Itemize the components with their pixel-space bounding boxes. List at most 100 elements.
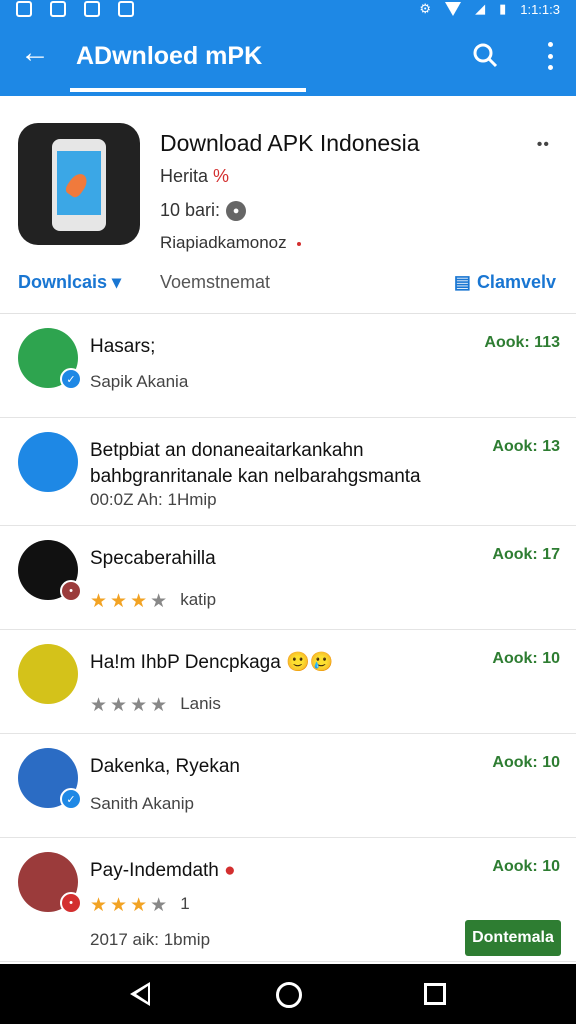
gallery-icon — [50, 1, 66, 17]
download-icon — [84, 1, 100, 17]
rating-stars: ★ ★ ★ ★ Lanis — [90, 694, 221, 717]
item-status: Aook: 17 — [492, 546, 560, 563]
star-icon: ★ — [90, 695, 108, 716]
app-list: ✓ Hasars; Sapik Akania Aook: 113 Betpbia… — [0, 314, 576, 962]
star-icon: ★ — [150, 591, 168, 612]
star-icon: ★ — [110, 591, 128, 612]
more-vert-icon[interactable] — [546, 42, 554, 70]
document-icon: ▤ — [453, 272, 471, 292]
red-dot — [296, 241, 301, 246]
star-icon: ★ — [130, 895, 148, 916]
info-icon: ● — [226, 200, 247, 221]
list-item[interactable]: Betpbiat an donaneaitarkankahn bahbgranr… — [0, 418, 576, 526]
item-meta: Sapik Akania — [90, 372, 189, 391]
item-title: Specaberahilla — [90, 548, 216, 569]
rating-stars: ★ ★ ★ ★ 1 — [90, 894, 190, 917]
star-icon: ★ — [90, 591, 108, 612]
list-item[interactable]: Ha!m IhbP Dencpkaga 🙂🥲 ★ ★ ★ ★ Lanis Aook: … — [0, 630, 576, 734]
status-icons-right: ⚙ ◢ ▮ 1:1:1:3 — [419, 1, 560, 17]
item-status: Aook: 10 — [492, 858, 560, 875]
header-tabs: Downlcais ▾ Voemstnemat ▤ Clamvelv — [0, 266, 576, 298]
rocket-icon — [63, 170, 91, 200]
app-bar: ← ADwnloed mPK — [0, 20, 576, 96]
notification-icon — [16, 1, 32, 17]
app-header: Download APK Indonesia •• Herita % 10 ba… — [0, 96, 576, 314]
rating-stars: ★ ★ ★ ★ katip — [90, 590, 216, 613]
tab-right[interactable]: ▤ Clamvelv — [454, 272, 556, 293]
avatar: ✓ — [18, 328, 82, 390]
list-item[interactable]: ✓ Dakenka, Ryekan Sanith Akanip Aook: 10 — [0, 734, 576, 838]
item-title: Ha!m IhbP Dencpkaga 🙂🥲 — [90, 650, 470, 676]
avatar — [18, 644, 78, 704]
app-icon — [18, 123, 140, 245]
star-note: 1 — [180, 894, 190, 913]
avatar — [18, 432, 78, 492]
search-icon[interactable] — [472, 42, 498, 68]
phone-screen — [57, 151, 101, 215]
phone-icon — [52, 139, 106, 231]
badge-icon: • — [60, 580, 82, 602]
tab-downloads-label: Downlcais — [18, 272, 108, 292]
app-meta-row: 10 bari: ● — [160, 200, 247, 221]
more-dot — [547, 65, 553, 70]
more-dot — [547, 53, 553, 59]
item-status: Aook: 10 — [492, 650, 560, 667]
star-icon: ★ — [150, 895, 168, 916]
avatar: ✓ — [18, 748, 82, 810]
alarm-icon: ⚙ — [419, 1, 432, 16]
item-status: Aook: 113 — [484, 334, 560, 351]
signal-icon: ◢ — [475, 1, 486, 16]
tab-middle[interactable]: Voemstnemat — [160, 272, 270, 293]
download-button[interactable]: Dontemala — [465, 920, 561, 956]
item-title: Pay-Indemdath ● — [90, 858, 470, 884]
star-icon: ★ — [90, 895, 108, 916]
alert-icon: ● — [224, 860, 236, 881]
item-title-text: Ha!m IhbP Dencpkaga — [90, 652, 281, 673]
app-subtitle: Herita % — [160, 166, 229, 187]
tab-downloads[interactable]: Downlcais ▾ — [18, 272, 121, 293]
status-icons-left — [16, 1, 134, 17]
avatar: • — [18, 852, 82, 914]
item-title: Dakenka, Ryekan — [90, 756, 240, 777]
publisher-text: Riapiadkamonoz — [160, 233, 287, 252]
star-icon: ★ — [110, 695, 128, 716]
nav-home-icon[interactable] — [276, 982, 302, 1008]
list-item[interactable]: • Pay-Indemdath ● ★ ★ ★ ★ 1 2017 aik: 1bmip… — [0, 838, 576, 962]
item-meta: katip — [180, 590, 217, 609]
emoji-icon: 🙂🥲 — [286, 652, 334, 673]
item-title: Betpbiat an donaneaitarkankahn bahbgranr… — [90, 440, 421, 487]
wifi-icon — [445, 2, 462, 16]
badge-icon: • — [60, 892, 82, 914]
app-title: Download APK Indonesia — [160, 130, 420, 156]
app-bar-title: ADwnloed mPK — [76, 42, 263, 70]
item-status: Aook: 13 — [492, 438, 560, 455]
item-meta: Lanis — [180, 694, 221, 713]
avatar: • — [18, 540, 82, 602]
item-meta: Sanith Akanip — [90, 794, 194, 813]
status-bar: ⚙ ◢ ▮ 1:1:1:3 — [0, 0, 576, 20]
nav-back-icon[interactable] — [130, 982, 150, 1006]
subtitle-mark: % — [213, 166, 230, 186]
meta-count: 10 bari: — [160, 200, 221, 220]
item-title: Hasars; — [90, 336, 156, 357]
verified-icon: ✓ — [60, 788, 82, 810]
message-icon — [118, 1, 134, 17]
verified-icon: ✓ — [60, 368, 82, 390]
item-status: Aook: 10 — [492, 754, 560, 771]
chevron-down-icon: ▾ — [112, 272, 122, 292]
list-item[interactable]: ✓ Hasars; Sapik Akania Aook: 113 — [0, 314, 576, 418]
star-icon: ★ — [130, 591, 148, 612]
star-icon: ★ — [130, 695, 148, 716]
app-publisher: Riapiadkamonoz — [160, 233, 301, 253]
battery-icon: ▮ — [499, 1, 507, 16]
star-icon: ★ — [110, 895, 128, 916]
list-item[interactable]: • Specaberahilla ★ ★ ★ ★ katip Aook: 17 — [0, 526, 576, 630]
overflow-dots-icon[interactable]: •• — [537, 136, 550, 154]
item-title-text: Pay-Indemdath — [90, 860, 219, 881]
title-underline — [70, 88, 306, 92]
subtitle-text: Herita — [160, 166, 209, 186]
nav-recent-icon[interactable] — [424, 983, 446, 1005]
more-dot — [547, 42, 553, 47]
arrow-back-icon[interactable]: ← — [20, 38, 50, 68]
item-meta: 2017 aik: 1bmip — [90, 930, 211, 949]
